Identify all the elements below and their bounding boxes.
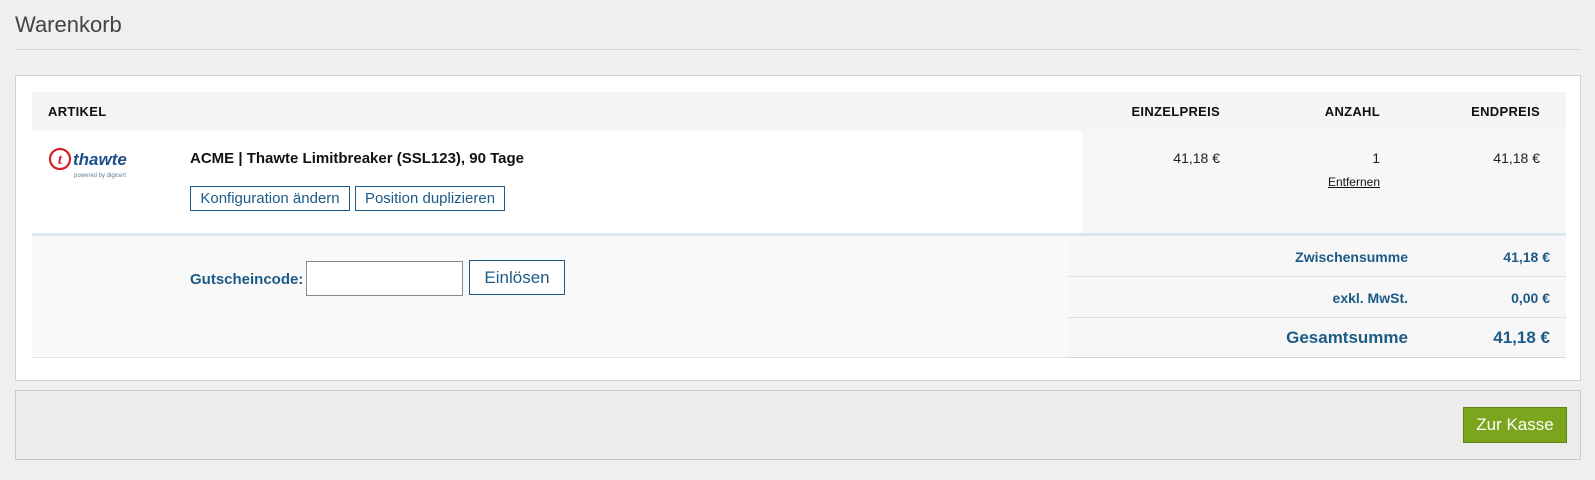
thawte-logo-icon: t thawte powered by digicert [48, 147, 148, 183]
coupon-label: Gutscheincode: [190, 271, 304, 288]
coupon-input[interactable] [306, 261, 463, 296]
title-divider [15, 49, 1580, 50]
totals-section: Zwischensumme 41,18 € exkl. MwSt. 0,00 €… [1068, 236, 1566, 358]
item-total-price: 41,18 € [1493, 150, 1540, 166]
tax-row: exkl. MwSt. 0,00 € [1068, 277, 1566, 318]
subtotal-row: Zwischensumme 41,18 € [1068, 236, 1566, 277]
grand-total-row: Gesamtsumme 41,18 € [1068, 318, 1566, 358]
remove-item-link[interactable]: Entfernen [1328, 175, 1380, 189]
tax-value: 0,00 € [1511, 290, 1550, 306]
page-title: Warenkorb [15, 12, 122, 37]
tax-label: exkl. MwSt. [1332, 290, 1408, 306]
subtotal-label: Zwischensumme [1295, 249, 1408, 265]
cart-panel: ARTIKEL EINZELPREIS ANZAHL ENDPREIS t th… [15, 75, 1581, 381]
summary-area: Gutscheincode: Einlösen Zwischensumme 41… [32, 236, 1566, 358]
cart-item-row: t thawte powered by digicert ACME | Thaw… [32, 131, 1566, 235]
header-anzahl: ANZAHL [1324, 104, 1380, 119]
checkout-panel: Zur Kasse [15, 390, 1581, 460]
coupon-section: Gutscheincode: Einlösen [32, 236, 1068, 358]
cart-table-header: ARTIKEL EINZELPREIS ANZAHL ENDPREIS [32, 92, 1566, 131]
item-quantity: 1 [1372, 150, 1380, 166]
item-name: ACME | Thawte Limitbreaker (SSL123), 90 … [190, 150, 525, 167]
duplicate-item-button[interactable]: Position duplizieren [355, 186, 505, 211]
configure-item-button[interactable]: Konfiguration ändern [190, 186, 350, 211]
subtotal-value: 41,18 € [1503, 249, 1550, 265]
item-unit-price: 41,18 € [1173, 150, 1220, 166]
header-artikel: ARTIKEL [48, 104, 107, 119]
logo-tagline-text: powered by digicert [74, 173, 126, 179]
grand-total-value: 41,18 € [1493, 328, 1550, 347]
svg-text:t: t [58, 152, 63, 168]
header-endpreis: ENDPREIS [1471, 104, 1540, 119]
grand-total-label: Gesamtsumme [1286, 328, 1408, 347]
price-columns-background [1082, 131, 1566, 235]
header-einzelpreis: EINZELPREIS [1131, 104, 1220, 119]
checkout-button[interactable]: Zur Kasse [1463, 407, 1567, 443]
logo-brand-text: thawte [73, 150, 127, 169]
redeem-coupon-button[interactable]: Einlösen [469, 260, 565, 295]
